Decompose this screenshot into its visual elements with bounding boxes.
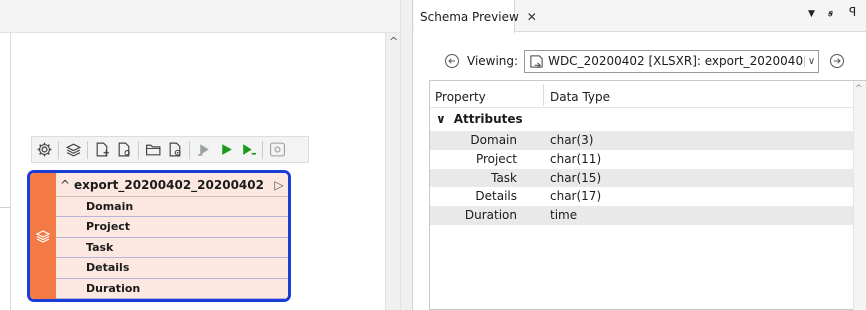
property-name: Duration [464, 208, 517, 223]
property-name: Domain [470, 133, 517, 147]
run-selected-icon[interactable] [238, 140, 258, 160]
entity-title: export_20200402_20200402 [74, 177, 264, 192]
preview-icon[interactable] [165, 140, 185, 160]
viewing-dropdown-value: WDC_20200402 [XLSXR]: export_20200402_20… [548, 54, 804, 68]
property-row[interactable]: Task char(15) [430, 168, 853, 188]
property-name: Task [491, 170, 517, 185]
property-name: Details [475, 189, 517, 204]
canvas-vertical-scrollbar[interactable] [385, 33, 400, 310]
scroll-up-arrow-icon[interactable]: ^ [389, 36, 398, 48]
grid-header [430, 81, 853, 108]
run-disabled-icon[interactable] [194, 140, 214, 160]
entity-card[interactable]: ^ export_20200402_20200402 ▷ Domain Proj… [27, 170, 291, 302]
back-arrow-icon[interactable] [442, 51, 462, 71]
property-name: Project [475, 151, 517, 166]
toolbar-separator [189, 140, 190, 159]
property-type: char(3) [550, 133, 594, 147]
attributes-group[interactable]: ∨ Attributes [436, 112, 523, 126]
expand-arrow-icon[interactable]: ▷ [270, 178, 288, 192]
tab-title: Schema Preview [420, 9, 519, 24]
attributes-group-label: Attributes [453, 112, 523, 126]
entity-field-row[interactable]: Task [56, 237, 288, 259]
pane-splitter[interactable] [400, 0, 413, 310]
viewing-dropdown[interactable]: WDC_20200402 [XLSXR]: export_20200402_20… [524, 49, 820, 73]
grid-vertical-scrollbar[interactable] [853, 81, 866, 310]
canvas-top-bar [0, 0, 413, 33]
column-header-property[interactable]: Property [435, 90, 486, 104]
layers-icon [35, 230, 51, 243]
new-entity-icon[interactable] [92, 140, 112, 160]
viewer-bar: Viewing: WDC_20200402 [XLSXR]: export_20… [427, 47, 866, 75]
property-row[interactable]: Details char(17) [430, 187, 853, 206]
open-folder-icon[interactable] [143, 140, 163, 160]
toolbar-separator [262, 140, 263, 159]
pin-icon[interactable]: ꟼ [849, 5, 856, 19]
tab-schema-preview[interactable]: Schema Preview ✕ [414, 0, 537, 33]
column-divider[interactable] [543, 84, 544, 106]
viewing-label: Viewing: [467, 54, 519, 68]
entity-field-row[interactable]: Domain [56, 197, 288, 218]
property-row[interactable]: Project char(11) [430, 150, 853, 169]
scroll-up-arrow-icon[interactable]: ^ [855, 84, 863, 94]
canvas-edge-line [0, 207, 10, 208]
entity-field-row[interactable]: Duration [56, 278, 288, 299]
property-type: char(17) [550, 189, 602, 204]
entity-settings-icon[interactable] [114, 140, 134, 160]
toolbar-separator [58, 140, 59, 159]
run-icon[interactable] [216, 140, 236, 160]
visibility-icon[interactable] [267, 140, 287, 160]
column-header-data-type[interactable]: Data Type [550, 90, 610, 104]
tab-menu-dropdown-icon[interactable]: ▼ [808, 9, 815, 19]
float-window-icon[interactable]: ꭶ [828, 6, 832, 20]
entity-icon [530, 54, 543, 68]
chevron-down-icon[interactable]: ∨ [804, 55, 818, 67]
layers-icon[interactable] [63, 140, 83, 160]
property-type: char(11) [550, 151, 602, 166]
property-type: time [550, 208, 578, 223]
property-row[interactable]: Domain char(3) [430, 131, 853, 150]
entity-toolbar [31, 136, 309, 163]
settings-icon[interactable] [34, 140, 54, 160]
toolbar-separator [138, 140, 139, 159]
entity-type-stripe [30, 173, 56, 299]
entity-field-row[interactable]: Details [56, 258, 288, 279]
property-type: char(15) [550, 170, 602, 185]
forward-arrow-icon[interactable] [827, 51, 847, 71]
entity-header[interactable]: ^ export_20200402_20200402 ▷ [56, 173, 288, 197]
property-row[interactable]: Duration time [430, 206, 853, 225]
collapse-chevron-icon[interactable]: ∨ [436, 112, 446, 126]
close-icon[interactable]: ✕ [527, 10, 537, 24]
collapse-chevron-icon[interactable]: ^ [56, 178, 74, 192]
toolbar-separator [87, 140, 88, 159]
entity-field-row[interactable]: Project [56, 217, 288, 238]
